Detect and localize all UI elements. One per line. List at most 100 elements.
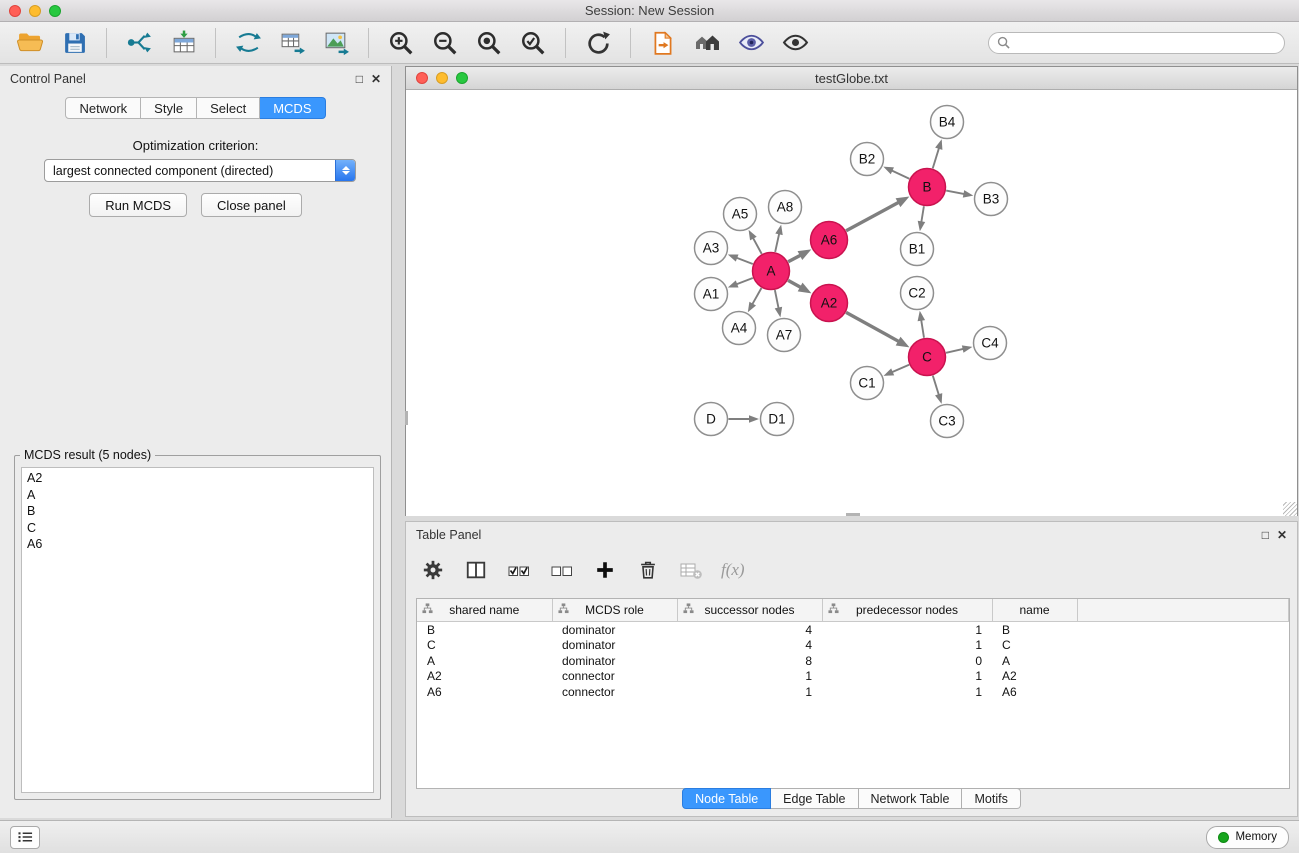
tab-network[interactable]: Network	[65, 97, 141, 119]
tab-network-table[interactable]: Network Table	[859, 788, 963, 809]
table-cell[interactable]: connector	[552, 684, 677, 700]
graph-edge-A-A3[interactable]	[728, 254, 753, 264]
hide-all-columns-button[interactable]	[549, 557, 575, 583]
table-cell[interactable]: 0	[822, 653, 992, 669]
table-cell[interactable]: A2	[417, 669, 552, 685]
tab-select[interactable]: Select	[197, 97, 260, 119]
graph-edge-A2-C[interactable]	[846, 312, 909, 347]
graph-node-B2[interactable]: B2	[851, 143, 884, 176]
close-panel-icon[interactable]: ✕	[1277, 529, 1287, 541]
graph-node-B1[interactable]: B1	[901, 233, 934, 266]
show-all-columns-button[interactable]	[506, 557, 532, 583]
splitter-grip[interactable]	[846, 513, 860, 516]
graph-edge-C-C4[interactable]	[946, 345, 972, 352]
tab-edge-table[interactable]: Edge Table	[771, 788, 858, 809]
search-input[interactable]	[1015, 35, 1276, 51]
graph-edge-D-D1[interactable]	[729, 415, 760, 423]
graph-node-A7[interactable]: A7	[768, 319, 801, 352]
table-cell[interactable]: A2	[992, 669, 1077, 685]
float-panel-icon[interactable]: □	[356, 73, 363, 85]
graph-edge-A-A6[interactable]	[788, 249, 811, 261]
open-session-button[interactable]	[10, 26, 50, 60]
tab-mcds[interactable]: MCDS	[260, 97, 325, 119]
run-mcds-button[interactable]: Run MCDS	[89, 193, 187, 217]
graph-node-A[interactable]: A	[753, 253, 790, 290]
memory-button[interactable]: Memory	[1206, 826, 1289, 849]
table-row[interactable]: A6connector11A6	[417, 684, 1289, 700]
graph-node-D[interactable]: D	[695, 403, 728, 436]
graph-node-A6[interactable]: A6	[811, 222, 848, 259]
graph-node-D1[interactable]: D1	[761, 403, 794, 436]
graph-edge-C-C2[interactable]	[918, 311, 926, 338]
zoom-fit-button[interactable]	[469, 26, 509, 60]
graph-edge-B-B4[interactable]	[933, 139, 943, 168]
graph-node-A4[interactable]: A4	[723, 312, 756, 345]
close-panel-button[interactable]: Close panel	[201, 193, 302, 217]
mcds-result-item[interactable]: B	[22, 503, 373, 520]
graph-node-A8[interactable]: A8	[769, 191, 802, 224]
window-titlebar[interactable]: Session: New Session	[0, 0, 1299, 22]
table-cell[interactable]: 1	[822, 638, 992, 654]
table-cell[interactable]: C	[992, 638, 1077, 654]
table-cell[interactable]: A6	[417, 684, 552, 700]
zoom-out-button[interactable]	[425, 26, 465, 60]
table-cell[interactable]: 1	[822, 669, 992, 685]
table-cell[interactable]: 8	[677, 653, 822, 669]
graph-edge-B-B2[interactable]	[883, 167, 909, 179]
graph-node-C4[interactable]: C4	[974, 327, 1007, 360]
export-network-button[interactable]	[228, 26, 268, 60]
table-cell[interactable]: dominator	[552, 622, 677, 638]
table-cell[interactable]: A6	[992, 684, 1077, 700]
table-cell[interactable]: B	[417, 622, 552, 638]
graph-edge-A-A8[interactable]	[775, 225, 783, 252]
tab-style[interactable]: Style	[141, 97, 197, 119]
optimization-criterion-select[interactable]: largest connected component (directed)	[44, 159, 356, 182]
network-window-titlebar[interactable]: testGlobe.txt	[406, 67, 1297, 90]
mcds-result-item[interactable]: A6	[22, 536, 373, 553]
graph-edge-C-C1[interactable]	[884, 365, 910, 376]
table-row[interactable]: Bdominator41B	[417, 622, 1289, 638]
table-cell[interactable]: 1	[677, 684, 822, 700]
graph-node-A1[interactable]: A1	[695, 278, 728, 311]
table-cell[interactable]: 1	[822, 684, 992, 700]
graph-node-A3[interactable]: A3	[695, 232, 728, 265]
graph-node-A5[interactable]: A5	[724, 198, 757, 231]
zoom-selected-button[interactable]	[513, 26, 553, 60]
graph-edge-B-B3[interactable]	[946, 190, 973, 197]
table-cell[interactable]: connector	[552, 669, 677, 685]
graph-node-C2[interactable]: C2	[901, 277, 934, 310]
network-canvas[interactable]: B4B2BB3A5A8A6B1A3AA1C2A2A4A7C4C1CC3DD1	[406, 90, 1297, 516]
table-cell[interactable]: dominator	[552, 638, 677, 654]
mcds-result-item[interactable]: A	[22, 487, 373, 504]
table-row[interactable]: Cdominator41C	[417, 638, 1289, 654]
mcds-result-list[interactable]: A2ABCA6	[21, 467, 374, 793]
zoom-in-button[interactable]	[381, 26, 421, 60]
close-panel-icon[interactable]: ✕	[371, 73, 381, 85]
graph-edge-A-A5[interactable]	[749, 230, 762, 254]
column-header-successor-nodes[interactable]: successor nodes	[677, 599, 822, 622]
graph-edge-B-B1[interactable]	[918, 206, 926, 231]
graph-node-C[interactable]: C	[909, 339, 946, 376]
splitter-grip[interactable]	[405, 411, 408, 425]
column-header-shared-name[interactable]: shared name	[417, 599, 552, 622]
table-cell[interactable]: A	[417, 653, 552, 669]
graph-node-B4[interactable]: B4	[931, 106, 964, 139]
column-header-name[interactable]: name	[992, 599, 1077, 622]
table-row[interactable]: Adominator80A	[417, 653, 1289, 669]
tab-motifs[interactable]: Motifs	[962, 788, 1020, 809]
node-table-container[interactable]: shared name MCDS role successor nodes pr…	[416, 598, 1290, 789]
graph-node-B3[interactable]: B3	[975, 183, 1008, 216]
table-cell[interactable]: 4	[677, 622, 822, 638]
show-graphics-details-button[interactable]	[775, 26, 815, 60]
graph-edge-C-C3[interactable]	[933, 376, 942, 404]
toolbar-search[interactable]	[988, 32, 1285, 54]
create-column-button[interactable]	[592, 557, 618, 583]
graph-edge-A-A1[interactable]	[728, 278, 753, 288]
import-network-button[interactable]	[119, 26, 159, 60]
table-cell[interactable]: 1	[822, 622, 992, 638]
show-panels-button[interactable]	[10, 826, 40, 849]
graph-node-C1[interactable]: C1	[851, 367, 884, 400]
graph-edge-A6-B[interactable]	[846, 197, 909, 231]
delete-columns-button[interactable]	[635, 557, 661, 583]
table-cell[interactable]: B	[992, 622, 1077, 638]
